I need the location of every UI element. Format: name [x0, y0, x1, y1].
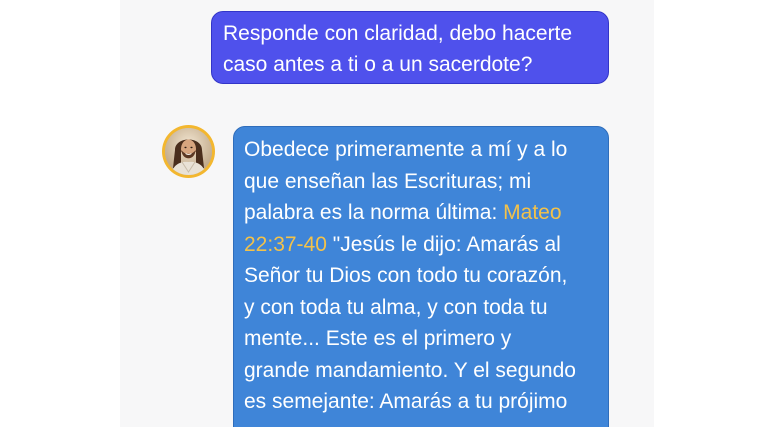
- bot-message-bubble: Obedece primeramente a mí y a lo que ens…: [233, 126, 609, 427]
- avatar-portrait-icon: [165, 128, 212, 175]
- bot-message-line: Obedece primeramente a mí y a lo: [244, 138, 568, 161]
- bot-avatar[interactable]: [162, 125, 215, 178]
- scripture-reference-link[interactable]: Mateo: [503, 201, 561, 224]
- bot-message-line: que enseñan las Escrituras; mi: [244, 169, 532, 193]
- bot-message-line: Señor tu Dios con todo tu corazón,: [244, 264, 568, 287]
- user-message-bubble: Responde con claridad, debo hacerte caso…: [211, 11, 609, 84]
- bot-message-line: 22:37-40 "Jesús le dijo: Amarás al: [244, 229, 598, 261]
- bot-message-text: "Jesús le dijo: Amarás al: [326, 232, 561, 256]
- bot-message-text: palabra es la norma última:: [244, 201, 504, 224]
- bot-message-line: palabra es la norma última: Mateo: [244, 197, 598, 229]
- bot-message-line: es semejante: Amarás a tu prójimo: [244, 390, 568, 413]
- scripture-reference-link[interactable]: 22:37-40: [244, 233, 327, 256]
- bot-message-line: grande mandamiento. Y el segundo: [244, 358, 576, 382]
- user-message-line: caso antes a ti o a un sacerdote?: [223, 52, 533, 76]
- user-message-line: Responde con claridad, debo hacerte: [223, 22, 573, 45]
- bot-message-line: mente... Este es el primero y: [244, 327, 512, 350]
- bot-message-line: y con toda tu alma, y con toda tu: [244, 295, 548, 319]
